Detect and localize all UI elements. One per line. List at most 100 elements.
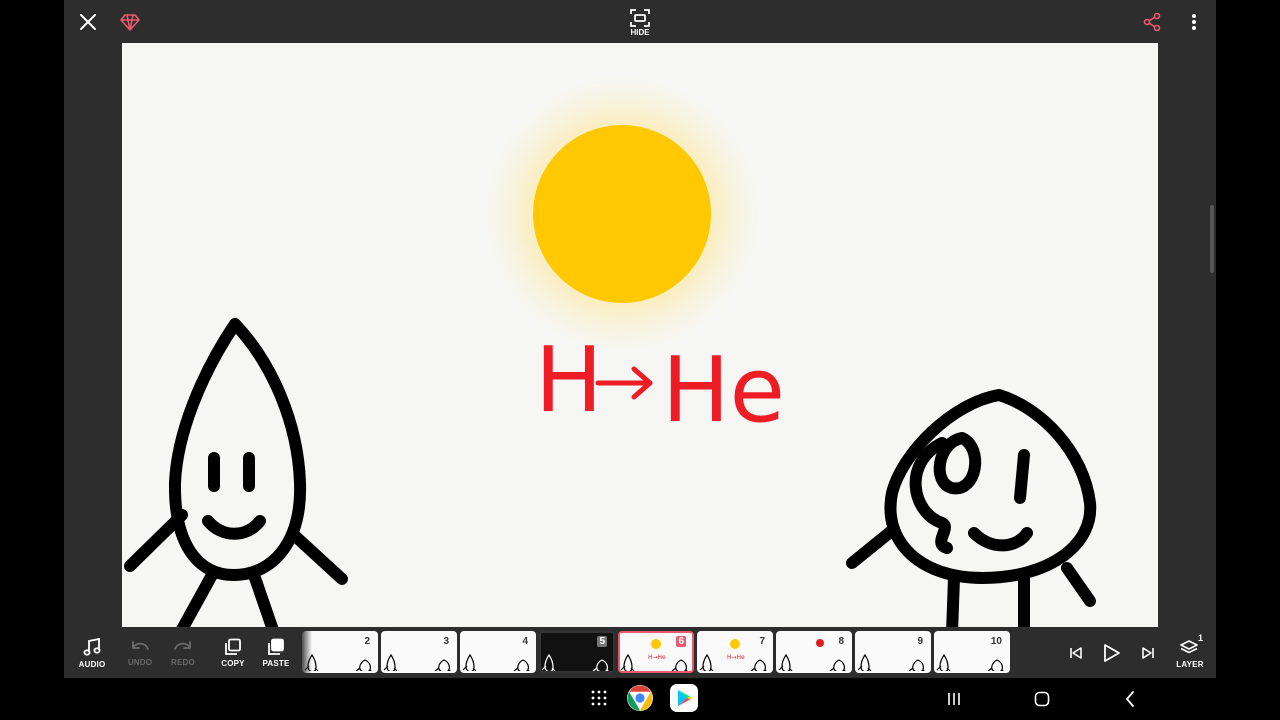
frame-thumbnail[interactable]: 3	[381, 631, 457, 673]
recents-icon	[948, 693, 960, 705]
frame-thumbnail[interactable]: 4	[460, 631, 536, 673]
share-button[interactable]	[1140, 10, 1164, 34]
thumb-right-character	[592, 659, 609, 671]
thumb-right-character	[750, 659, 767, 671]
frame-thumbnail[interactable]: 9	[855, 631, 931, 673]
frame-strip-fade-right	[1032, 631, 1058, 675]
share-icon	[1143, 12, 1161, 32]
thumb-right-character	[987, 659, 1004, 671]
scroll-handle[interactable]	[1210, 205, 1214, 273]
right-character	[846, 389, 1097, 627]
equation-helium: He	[662, 338, 785, 443]
chrome-icon	[627, 685, 653, 711]
diamond-icon	[120, 14, 140, 31]
play-icon	[1104, 644, 1120, 662]
frame-thumbnail[interactable]: H→He 6	[618, 631, 694, 673]
copy-label: COPY	[221, 659, 245, 668]
thumb-left-character	[778, 653, 793, 671]
frame-number: 3	[443, 636, 449, 647]
thumb-left-character	[620, 653, 635, 671]
more-button[interactable]	[1184, 10, 1204, 34]
drawing-canvas[interactable]: H He	[122, 43, 1158, 627]
paste-icon	[268, 638, 284, 655]
system-navigation-bar	[0, 678, 1280, 720]
thumb-left-character	[541, 653, 556, 671]
frame-thumbnail[interactable]: 2	[302, 631, 378, 673]
undo-button[interactable]: UNDO	[118, 628, 162, 678]
frame-number: 10	[990, 636, 1002, 647]
thumb-left-character	[857, 653, 872, 671]
frame-thumbnail[interactable]: 10	[934, 631, 1010, 673]
thumb-sun	[730, 639, 740, 649]
frame-number: 2	[364, 636, 370, 647]
premium-button[interactable]	[118, 10, 142, 34]
audio-button[interactable]: AUDIO	[70, 628, 114, 678]
skip-to-start-icon	[1070, 647, 1082, 659]
thumb-left-character	[936, 653, 951, 671]
frame-thumbnail[interactable]: H→He 7	[697, 631, 773, 673]
paste-label: PASTE	[262, 659, 290, 668]
skip-to-end-icon	[1142, 647, 1154, 659]
screen: HIDE H He AUDIO UNDO REDO COPY PASTE 2 3…	[0, 0, 1280, 720]
thumb-left-character	[383, 653, 398, 671]
frame-thumbnail[interactable]: 8	[776, 631, 852, 673]
thumb-right-character	[671, 659, 688, 671]
frame-strip[interactable]: 2 3 4 5 H→He 6 H→He 7 8 9 10	[302, 631, 1056, 675]
hide-label: HIDE	[630, 27, 650, 37]
back-icon	[1126, 691, 1134, 707]
sun	[533, 125, 711, 303]
chrome-shortcut[interactable]	[626, 684, 654, 712]
thumb-left-character	[699, 653, 714, 671]
hide-button[interactable]: HIDE	[624, 4, 656, 40]
recents-button[interactable]	[944, 689, 964, 709]
frame-number: 5	[597, 636, 607, 647]
undo-label: UNDO	[127, 658, 153, 667]
layer-label: LAYER	[1176, 660, 1204, 669]
music-note-icon	[83, 637, 101, 656]
copy-icon	[225, 638, 241, 655]
bottom-toolbar: AUDIO UNDO REDO COPY PASTE 2 3 4 5 H→He …	[64, 628, 1216, 678]
redo-button[interactable]: REDO	[161, 628, 205, 678]
prev-frame-button[interactable]	[1060, 628, 1092, 678]
close-button[interactable]	[76, 10, 100, 34]
copy-button[interactable]: COPY	[211, 628, 255, 678]
layer-count: 1	[1197, 633, 1203, 643]
home-button[interactable]	[1031, 688, 1053, 710]
back-button[interactable]	[1120, 688, 1140, 710]
play-store-icon	[670, 684, 698, 712]
layers-icon	[1180, 640, 1198, 654]
more-vertical-icon	[1192, 14, 1196, 30]
redo-label: REDO	[171, 658, 195, 667]
undo-icon	[132, 641, 149, 650]
play-store-shortcut[interactable]	[670, 684, 698, 712]
animation-app: HIDE H He AUDIO UNDO REDO COPY PASTE 2 3…	[64, 0, 1216, 678]
frame-number: 9	[917, 636, 923, 647]
redo-icon	[174, 641, 191, 650]
top-bar: HIDE	[64, 0, 1216, 43]
thumb-right-character	[513, 659, 530, 671]
equation-hydrogen: H	[535, 328, 603, 433]
thumb-right-character	[355, 659, 372, 671]
frame-number: 8	[838, 636, 844, 647]
thumb-equation: H→He	[727, 654, 745, 661]
app-grid-icon	[591, 690, 607, 706]
thumb-equation: H→He	[648, 654, 666, 661]
left-character	[124, 318, 348, 627]
thumb-red-balloon	[816, 639, 824, 647]
canvas-drawing: H He	[124, 74, 1097, 627]
hide-icon	[630, 8, 650, 27]
frame-number: 7	[759, 636, 765, 647]
layer-button[interactable]: 1 LAYER	[1168, 628, 1212, 678]
audio-label: AUDIO	[78, 660, 106, 669]
frame-number: 4	[522, 636, 528, 647]
next-frame-button[interactable]	[1132, 628, 1164, 678]
paste-button[interactable]: PASTE	[254, 628, 298, 678]
thumb-right-character	[908, 659, 925, 671]
close-icon	[80, 14, 96, 30]
app-drawer-button[interactable]	[588, 687, 610, 709]
frame-thumbnail[interactable]: 5	[539, 631, 615, 673]
play-button[interactable]	[1094, 628, 1128, 678]
thumb-right-character	[434, 659, 451, 671]
frame-strip-fade-left	[300, 631, 312, 675]
frame-number: 6	[676, 636, 686, 647]
